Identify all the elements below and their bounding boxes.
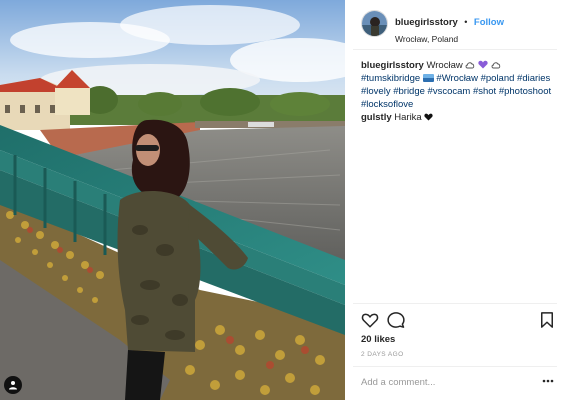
cloud-icon [491,62,500,69]
caption-hashtag-tumskibridge[interactable]: #tumskibridge [361,73,420,84]
speech-bubble-icon[interactable] [387,311,405,329]
post-side-panel: bluegirlsstory • Follow Wrocław, Poland … [345,0,566,400]
header-username[interactable]: bluegirlsstory [395,17,458,28]
bookmark-icon[interactable] [538,311,556,329]
header-location[interactable]: Wrocław, Poland [395,34,560,44]
instagram-post: bluegirlsstory • Follow Wrocław, Poland … [0,0,566,400]
post-photo[interactable] [0,0,345,400]
photo-image [0,0,345,400]
black-heart-icon [424,113,433,121]
cloud-icon [465,62,475,69]
actions-divider [353,303,557,304]
post-timestamp: 2 DAYS AGO [361,351,404,358]
post-caption: bluegirlsstory Wrocław #tumskibridge #Wr… [361,59,557,111]
comment-item: gulstly Harika [361,112,557,123]
header-text: bluegirlsstory • Follow Wrocław, Poland [395,12,560,44]
follow-button[interactable]: Follow [474,17,504,28]
add-comment-input[interactable] [361,375,511,389]
header-divider [353,49,557,50]
header-separator: • [464,17,468,27]
purple-heart-icon [478,60,488,69]
person-tag-icon[interactable] [4,376,22,394]
action-bar [361,311,556,329]
more-options-icon[interactable] [542,376,554,386]
caption-text: Wrocław [426,60,463,71]
post-header: bluegirlsstory • Follow Wrocław, Poland [361,10,556,44]
caption-username[interactable]: bluegirlsstory [361,60,424,71]
comment-username[interactable]: gulstly [361,112,392,123]
likes-count[interactable]: 20 likes [361,334,395,345]
heart-outline-icon[interactable] [361,311,379,329]
comment-text: Harika [394,112,422,123]
flag-emoji-icon [422,74,434,82]
profile-avatar[interactable] [361,10,388,37]
comment-divider [353,366,557,367]
